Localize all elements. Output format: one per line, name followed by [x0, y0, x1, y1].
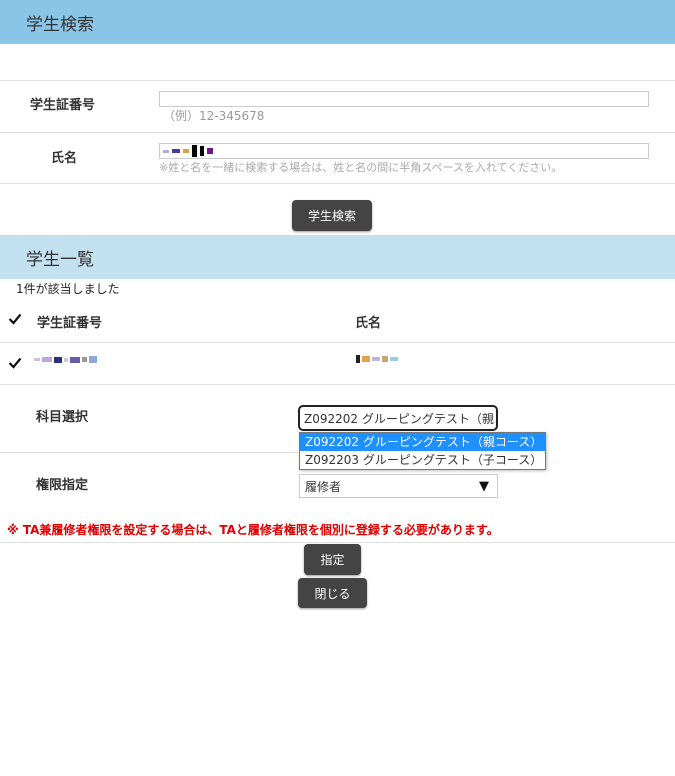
course-option[interactable]: Z092202 グルーピングテスト（親コース）: [300, 433, 545, 451]
row-checkbox[interactable]: [8, 356, 22, 370]
role-select-value: 履修者: [305, 479, 342, 494]
student-search-button[interactable]: 学生検索: [292, 200, 372, 231]
redacted-name-value: [163, 144, 213, 158]
student-id-example: （例）12-345678: [163, 109, 265, 123]
column-header-student-id: 学生証番号: [37, 316, 103, 331]
result-count: 1件が該当しました: [16, 282, 120, 296]
search-section-header: 学生検索: [0, 0, 675, 44]
redacted-student-name: [356, 355, 398, 363]
course-select-value: Z092202 グルーピングテスト（親コース）: [304, 411, 496, 426]
divider: [0, 183, 675, 184]
course-select[interactable]: Z092202 グルーピングテスト（親コース）: [298, 405, 498, 431]
student-id-label: 学生証番号: [30, 98, 96, 113]
column-header-name: 氏名: [355, 316, 382, 331]
search-section-title: 学生検索: [26, 14, 94, 35]
role-select-label: 権限指定: [36, 478, 89, 493]
warning-message: ※ TA兼履修者権限を設定する場合は、TAと履修者権限を個別に登録する必要があり…: [7, 523, 499, 537]
role-select[interactable]: 履修者 ▼: [299, 474, 498, 498]
course-select-label: 科目選択: [36, 410, 89, 425]
name-hint: ※姓と名を一緒に検索する場合は、姓と名の間に半角スペースを入れてください。: [159, 161, 563, 174]
list-section-title: 学生一覧: [26, 249, 94, 270]
course-option[interactable]: Z092203 グルーピングテスト（子コース）: [300, 451, 545, 469]
list-section-header: 学生一覧: [0, 235, 675, 279]
redacted-student-id: [34, 356, 97, 363]
close-button[interactable]: 閉じる: [298, 578, 367, 608]
divider: [0, 80, 675, 81]
name-input[interactable]: [159, 143, 649, 159]
divider: [0, 542, 675, 543]
table-row: [0, 343, 675, 384]
divider: [0, 452, 298, 453]
select-all-checkbox[interactable]: [8, 312, 22, 326]
name-label: 氏名: [51, 151, 78, 166]
assign-button[interactable]: 指定: [304, 544, 361, 575]
divider: [0, 384, 675, 385]
divider: [0, 132, 675, 133]
chevron-down-icon: ▼: [479, 478, 489, 494]
student-id-input[interactable]: [159, 91, 649, 107]
course-dropdown-list: Z092202 グルーピングテスト（親コース） Z092203 グルーピングテス…: [299, 432, 546, 470]
